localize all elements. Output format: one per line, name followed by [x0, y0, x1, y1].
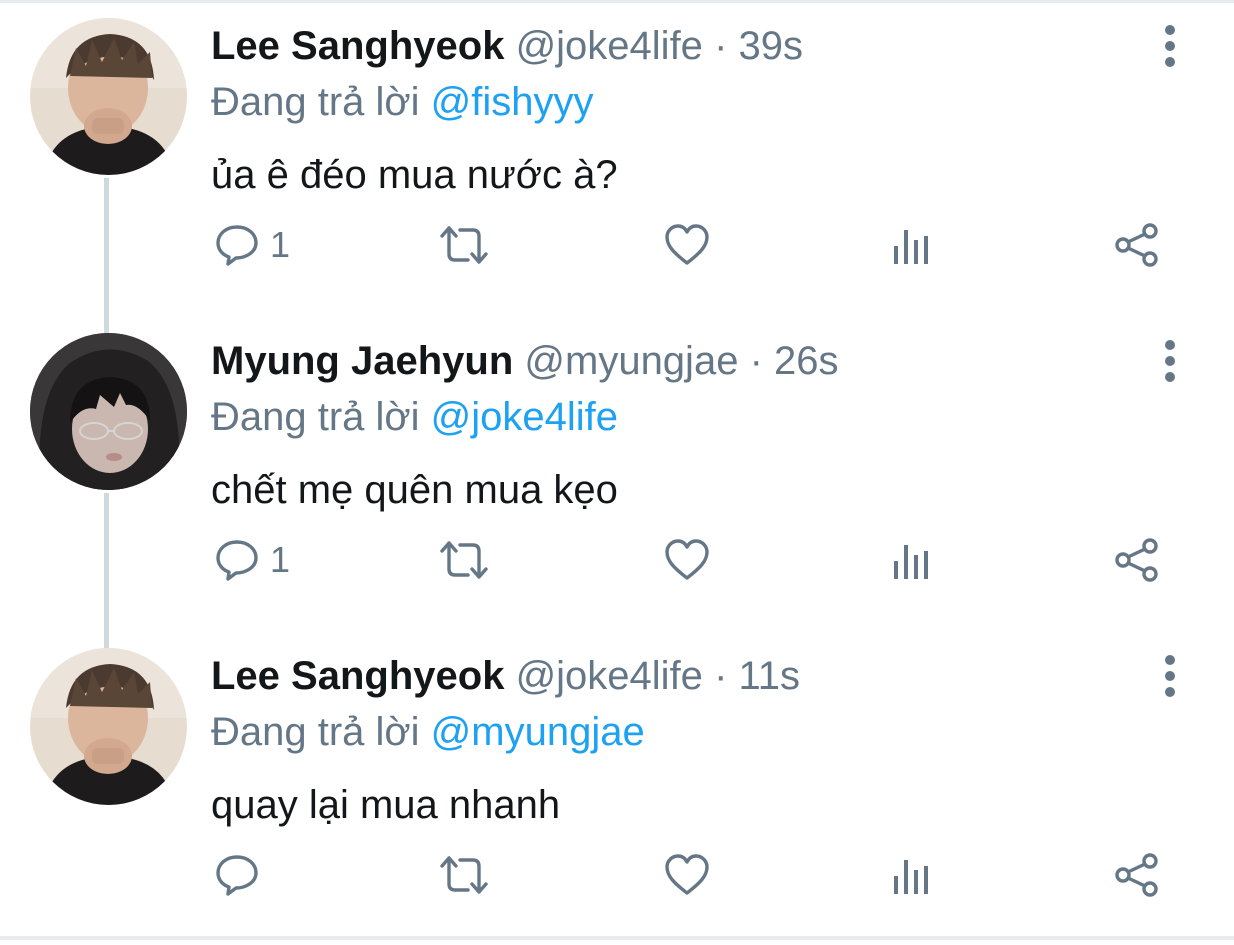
- like-icon: [664, 538, 710, 582]
- display-name[interactable]: Myung Jaehyun: [211, 339, 513, 383]
- timestamp[interactable]: 39s: [739, 24, 804, 68]
- replying-to-mention[interactable]: @myungjae: [431, 710, 645, 754]
- reply-count: 1: [270, 224, 291, 265]
- user-handle[interactable]: @joke4life: [516, 654, 703, 698]
- separator-dot: ·: [714, 654, 728, 698]
- reply-button[interactable]: 1: [214, 535, 290, 585]
- user-handle[interactable]: @myungjae: [524, 339, 738, 383]
- analytics-button[interactable]: [892, 535, 932, 585]
- share-icon: [1114, 537, 1160, 583]
- more-options-icon[interactable]: [1150, 339, 1190, 383]
- avatar[interactable]: [30, 18, 187, 175]
- tweet-text: ủa ê đéo mua nước à?: [211, 153, 618, 197]
- tweet-actions: [0, 850, 1234, 900]
- replying-prefix: Đang trả lời: [211, 710, 420, 754]
- reply-count: 1: [270, 539, 291, 580]
- like-button[interactable]: [664, 535, 710, 585]
- analytics-icon: [892, 537, 932, 583]
- replying-to-line: Đang trả lời @joke4life: [211, 393, 618, 441]
- tweet-header: Lee Sanghyeok @joke4life · 39s: [211, 22, 803, 70]
- retweet-button[interactable]: [438, 850, 490, 900]
- timestamp[interactable]: 26s: [774, 339, 839, 383]
- more-options-icon[interactable]: [1150, 24, 1190, 68]
- analytics-icon: [892, 852, 932, 898]
- share-button[interactable]: [1114, 850, 1160, 900]
- replying-to-line: Đang trả lời @myungjae: [211, 708, 645, 756]
- tweet-header: Myung Jaehyun @myungjae · 26s: [211, 337, 839, 385]
- retweet-icon: [438, 222, 490, 268]
- replying-to-mention[interactable]: @joke4life: [431, 395, 618, 439]
- replying-to-line: Đang trả lời @fishyyy: [211, 78, 594, 126]
- analytics-button[interactable]: [892, 220, 932, 270]
- user-handle[interactable]: @joke4life: [516, 24, 703, 68]
- separator-dot: ·: [714, 24, 728, 68]
- share-icon: [1114, 222, 1160, 268]
- avatar[interactable]: [30, 333, 187, 490]
- reply-icon: [214, 222, 260, 268]
- like-button[interactable]: [664, 220, 710, 270]
- share-button[interactable]: [1114, 220, 1160, 270]
- analytics-button[interactable]: [892, 850, 932, 900]
- separator-dot: ·: [749, 339, 763, 383]
- replying-prefix: Đang trả lời: [211, 395, 420, 439]
- tweet-header: Lee Sanghyeok @joke4life · 11s: [211, 652, 800, 700]
- replying-prefix: Đang trả lời: [211, 80, 420, 124]
- display-name[interactable]: Lee Sanghyeok: [211, 24, 504, 68]
- tweet-text: quay lại mua nhanh: [211, 783, 561, 827]
- tweet-actions: 1: [0, 220, 1234, 270]
- timestamp[interactable]: 11s: [739, 654, 801, 698]
- tweet-actions: 1: [0, 535, 1234, 585]
- analytics-icon: [892, 222, 932, 268]
- share-icon: [1114, 852, 1160, 898]
- retweet-button[interactable]: [438, 535, 490, 585]
- like-button[interactable]: [664, 850, 710, 900]
- reply-button[interactable]: [214, 850, 270, 900]
- share-button[interactable]: [1114, 535, 1160, 585]
- bottom-divider: [0, 936, 1234, 940]
- tweet[interactable]: Lee Sanghyeok @joke4life · 11s Đang trả …: [0, 630, 1234, 945]
- tweet-text: chết mẹ quên mua kẹo: [211, 468, 618, 512]
- more-options-icon[interactable]: [1150, 654, 1190, 698]
- display-name[interactable]: Lee Sanghyeok: [211, 654, 504, 698]
- reply-icon: [214, 852, 260, 898]
- retweet-icon: [438, 852, 490, 898]
- like-icon: [664, 223, 710, 267]
- reply-button[interactable]: 1: [214, 220, 290, 270]
- retweet-button[interactable]: [438, 220, 490, 270]
- like-icon: [664, 853, 710, 897]
- avatar[interactable]: [30, 648, 187, 805]
- tweet[interactable]: Myung Jaehyun @myungjae · 26s Đang trả l…: [0, 315, 1234, 630]
- replying-to-mention[interactable]: @fishyyy: [431, 80, 594, 124]
- reply-icon: [214, 537, 260, 583]
- retweet-icon: [438, 537, 490, 583]
- tweet[interactable]: Lee Sanghyeok @joke4life · 39s Đang trả …: [0, 0, 1234, 315]
